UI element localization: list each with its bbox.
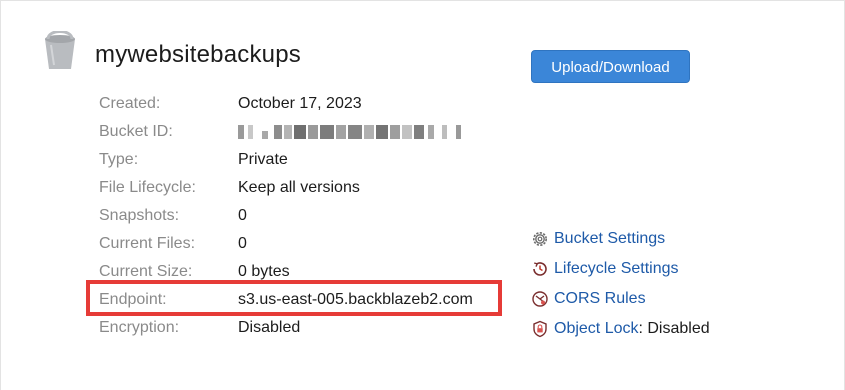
upload-download-button[interactable]: Upload/Download (531, 50, 690, 83)
bucket-icon (45, 31, 75, 69)
endpoint-highlight-box (86, 280, 502, 316)
prop-value: 0 bytes (238, 263, 290, 280)
bucket-id-redacted (238, 125, 462, 139)
prop-label: Bucket ID: (99, 123, 173, 140)
bucket-name: mywebsitebackups (95, 41, 301, 68)
prop-label: Current Files: (99, 235, 196, 252)
bucket-card: mywebsitebackups Upload/Download Created… (0, 0, 845, 390)
prop-label: Encryption: (99, 319, 180, 336)
prop-value: 0 (238, 207, 247, 224)
link-label[interactable]: Lifecycle Settings (554, 258, 679, 280)
prop-label: Current Size: (99, 263, 193, 280)
link-label[interactable]: CORS Rules (554, 288, 646, 310)
prop-label: File Lifecycle: (99, 179, 196, 196)
prop-label: Type: (99, 151, 139, 168)
prop-label: Created: (99, 95, 161, 112)
prop-value: 0 (238, 235, 247, 252)
prop-value: October 17, 2023 (238, 95, 362, 112)
object-lock-status: : Disabled (638, 320, 710, 337)
gear-icon (533, 232, 547, 246)
prop-value: Private (238, 151, 288, 168)
link-label[interactable]: Object Lock: Disabled (554, 318, 710, 340)
lifecycle-icon (533, 262, 547, 276)
prop-value: Keep all versions (238, 179, 360, 196)
prop-value: Disabled (238, 319, 301, 336)
prop-label: Snapshots: (99, 207, 180, 224)
link-label[interactable]: Bucket Settings (554, 228, 665, 250)
cors-icon (532, 291, 548, 307)
lock-shield-icon (533, 320, 547, 338)
